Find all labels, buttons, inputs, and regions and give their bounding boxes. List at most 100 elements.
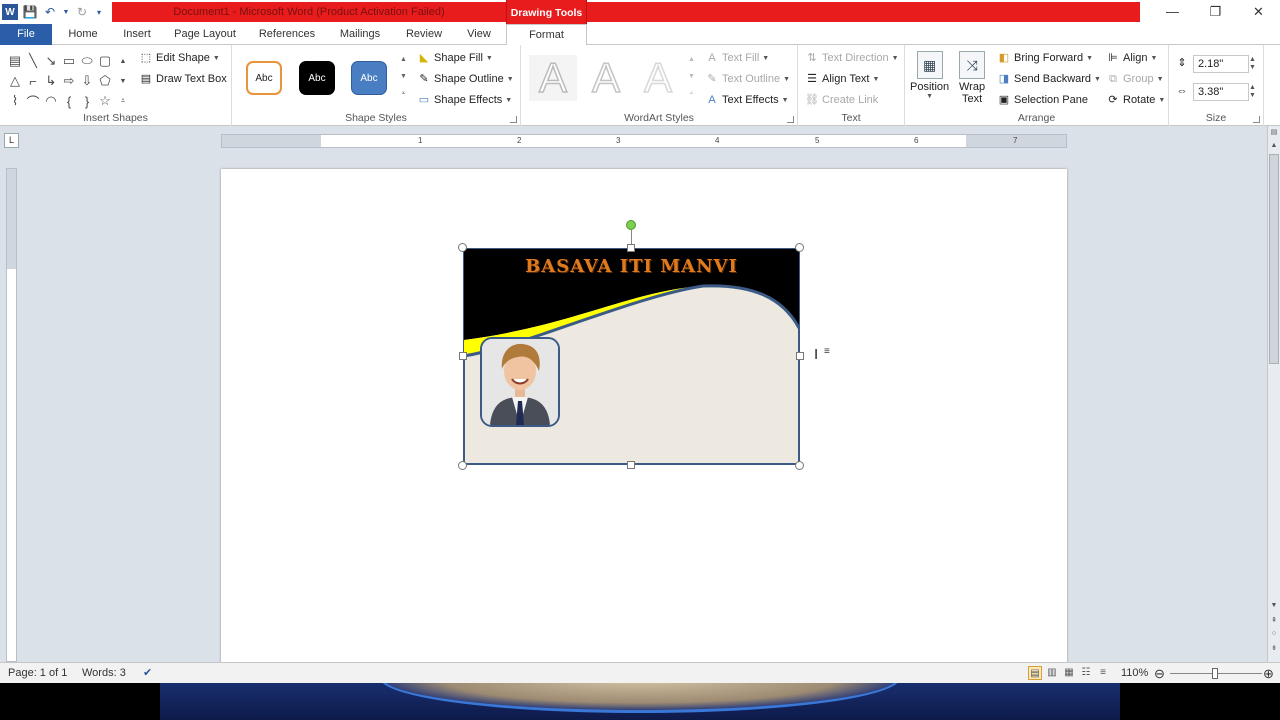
selection-pane-button[interactable]: ▣ Selection Pane: [997, 93, 1088, 107]
zoom-level[interactable]: 110%: [1121, 663, 1148, 684]
zoom-slider-thumb[interactable]: [1212, 668, 1218, 679]
text-outline-button[interactable]: ✎ Text Outline ▼: [705, 72, 790, 86]
shape-height-input[interactable]: 2.18": [1193, 55, 1249, 73]
resize-handle-top[interactable]: [627, 244, 635, 252]
text-box-icon[interactable]: ▤: [6, 51, 24, 71]
scroll-down-icon[interactable]: ▼: [400, 68, 407, 85]
oval-icon[interactable]: ⬭: [78, 51, 96, 71]
tab-insert[interactable]: Insert: [112, 24, 162, 45]
height-spinner-icon[interactable]: ▲ ▼: [1249, 56, 1256, 72]
tab-file[interactable]: File: [0, 24, 52, 45]
tab-review[interactable]: Review: [397, 24, 451, 45]
triangle-icon[interactable]: △: [6, 71, 24, 91]
rotation-handle[interactable]: [626, 220, 636, 230]
arrow-line-icon[interactable]: ↘: [42, 51, 60, 71]
gallery-more-icon[interactable]: ⩡: [114, 91, 132, 111]
gallery-down-icon[interactable]: ▼: [114, 71, 132, 91]
tab-references[interactable]: References: [250, 24, 324, 45]
bring-forward-button[interactable]: ◧ Bring Forward ▼: [997, 51, 1093, 65]
scrollbar-thumb[interactable]: [1269, 154, 1279, 364]
dialog-launcher-icon[interactable]: [510, 116, 517, 123]
position-button[interactable]: ▦ Position ▼: [910, 51, 949, 100]
gallery-up-icon[interactable]: ▲: [114, 51, 132, 71]
shape-style-blue-fill[interactable]: Abc: [351, 61, 387, 95]
shape-styles-gallery-scroll[interactable]: ▲ ▼ ⩡: [398, 51, 409, 102]
zoom-in-icon[interactable]: ⊕: [1263, 663, 1274, 684]
align-button[interactable]: ⊫ Align ▼: [1106, 51, 1157, 65]
gallery-more-icon[interactable]: ⩡: [402, 85, 406, 102]
resize-handle-bottom-left[interactable]: [458, 461, 467, 470]
wordart-style-1[interactable]: A: [529, 54, 577, 101]
dialog-launcher-icon[interactable]: [1253, 116, 1260, 123]
word-app-icon[interactable]: W: [2, 4, 18, 20]
page-count[interactable]: Page: 1 of 1: [8, 663, 67, 684]
full-screen-reading-icon[interactable]: ▥: [1045, 666, 1059, 680]
shape-outline-button[interactable]: ✎ Shape Outline ▼: [417, 72, 513, 86]
print-layout-icon[interactable]: ▤: [1028, 666, 1042, 680]
scroll-up-icon[interactable]: ▲: [1268, 142, 1280, 152]
scroll-down-icon[interactable]: ▼: [1268, 602, 1280, 612]
tab-selector[interactable]: L: [4, 133, 19, 148]
ruler-toggle-icon[interactable]: ▤: [1268, 128, 1280, 138]
freeform-icon[interactable]: ⌇: [6, 91, 24, 111]
right-arrow-icon[interactable]: ⇨: [60, 71, 78, 91]
chevron-down-icon[interactable]: ▼: [62, 4, 70, 20]
next-page-icon[interactable]: ⇟: [1268, 644, 1280, 654]
resize-handle-top-left[interactable]: [458, 243, 467, 252]
elbow-connector-icon[interactable]: ⌐: [24, 71, 42, 91]
redo-icon[interactable]: ↻: [74, 4, 90, 20]
text-direction-button[interactable]: ⇅ Text Direction ▼: [805, 51, 898, 65]
word-count[interactable]: Words: 3: [82, 663, 126, 684]
scroll-down-icon[interactable]: ▼: [688, 68, 695, 85]
scroll-up-icon[interactable]: ▲: [688, 51, 695, 68]
horizontal-ruler[interactable]: 1 2 3 4 5 6 7: [221, 134, 1067, 148]
outline-view-icon[interactable]: ☷: [1079, 666, 1093, 680]
resize-handle-left[interactable]: [459, 352, 467, 360]
resize-handle-top-right[interactable]: [795, 243, 804, 252]
create-link-button[interactable]: ⛓ Create Link: [805, 93, 878, 107]
elbow-arrow-icon[interactable]: ↳: [42, 71, 60, 91]
vertical-scrollbar[interactable]: ▤ ▲ ▼ ⇞ ○ ⇟: [1267, 126, 1280, 662]
arc-icon[interactable]: ◠: [42, 91, 60, 111]
tab-home[interactable]: Home: [58, 24, 108, 45]
text-effects-button[interactable]: A Text Effects ▼: [705, 93, 788, 107]
proofing-icon[interactable]: ✔: [143, 663, 152, 684]
student-photo[interactable]: [480, 337, 560, 427]
group-button[interactable]: ⧉ Group ▼: [1106, 72, 1163, 86]
previous-page-icon[interactable]: ⇞: [1268, 616, 1280, 626]
draft-view-icon[interactable]: ≡: [1096, 666, 1110, 680]
text-fill-button[interactable]: A Text Fill ▼: [705, 51, 769, 65]
id-card-shape[interactable]: BASAVA ITI MANVI: [463, 248, 800, 465]
rounded-rectangle-icon[interactable]: ▢: [96, 51, 114, 71]
web-layout-icon[interactable]: ▦: [1062, 666, 1076, 680]
browse-object-icon[interactable]: ○: [1268, 630, 1280, 640]
tab-page-layout[interactable]: Page Layout: [167, 24, 243, 45]
dialog-launcher-icon[interactable]: [787, 116, 794, 123]
right-brace-icon[interactable]: }: [78, 91, 96, 111]
shape-style-black-fill[interactable]: Abc: [299, 61, 335, 95]
curve-icon[interactable]: ⌒: [24, 91, 42, 111]
wordart-style-2[interactable]: A: [582, 54, 630, 102]
line-icon[interactable]: ╲: [24, 51, 42, 71]
tab-view[interactable]: View: [456, 24, 502, 45]
resize-handle-right[interactable]: [796, 352, 804, 360]
scroll-up-icon[interactable]: ▲: [400, 51, 407, 68]
zoom-out-icon[interactable]: ⊖: [1154, 663, 1165, 684]
shape-fill-button[interactable]: ◣ Shape Fill ▼: [417, 51, 493, 65]
wrap-text-button[interactable]: ⤨ Wrap Text: [959, 51, 985, 105]
down-arrow-icon[interactable]: ⇩: [78, 71, 96, 91]
wordart-style-3[interactable]: A: [634, 54, 682, 102]
draw-text-box-button[interactable]: ▤ Draw Text Box: [139, 72, 227, 86]
edit-shape-button[interactable]: ⬚ Edit Shape ▼: [139, 51, 220, 65]
resize-handle-bottom[interactable]: [627, 461, 635, 469]
pentagon-icon[interactable]: ⬠: [96, 71, 114, 91]
vertical-ruler[interactable]: [6, 168, 17, 662]
shape-width-input[interactable]: 3.38": [1193, 83, 1249, 101]
undo-icon[interactable]: ↶: [42, 4, 58, 20]
tab-format[interactable]: Format: [506, 24, 587, 46]
customize-qat-icon[interactable]: ▾: [94, 4, 104, 20]
restore-button[interactable]: ❐: [1194, 0, 1237, 24]
minimize-button[interactable]: —: [1151, 0, 1194, 24]
left-brace-icon[interactable]: {: [60, 91, 78, 111]
card-title[interactable]: BASAVA ITI MANVI: [463, 256, 800, 277]
